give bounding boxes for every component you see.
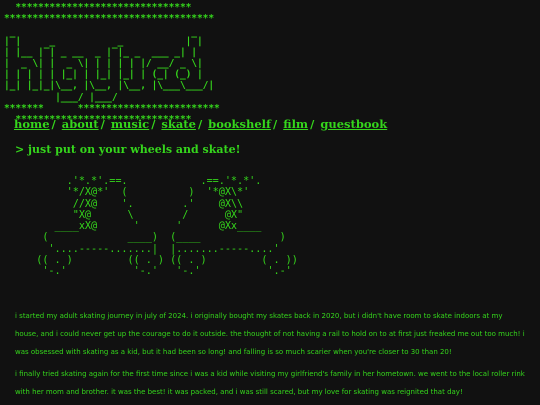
nav-link-bookshelf[interactable]: bookshelf [208,117,271,131]
nav-link-about[interactable]: about [62,117,99,131]
site-logo-ascii: ******************************* ********… [4,2,220,126]
nav-separator: / [100,117,105,131]
main-nav: home / about / music / skate / bookshelf / fi… [14,117,387,131]
nav-link-home[interactable]: home [14,117,50,131]
nav-separator: / [51,117,56,131]
nav-separator: / [197,117,203,131]
nav-separator: / [310,117,315,131]
nav-separator: / [272,117,278,131]
nav-link-guestbook[interactable]: guestbook [320,117,387,131]
page-tagline: > just put on your wheels and skate! [15,143,241,156]
body-paragraph-2: i finally tried skating again for the fi… [15,370,525,396]
nav-link-music[interactable]: music [111,117,149,131]
roller-skates-ascii-art: .'*.*'.==. .==.'*.*'. '*/X@*' ( ) '*@X\*… [36,176,298,278]
nav-separator: / [151,117,156,131]
nav-link-skate[interactable]: skate [161,117,196,131]
body-paragraph-1: i started my adult skating journey in ju… [15,312,525,356]
nav-link-film[interactable]: film [283,117,308,131]
